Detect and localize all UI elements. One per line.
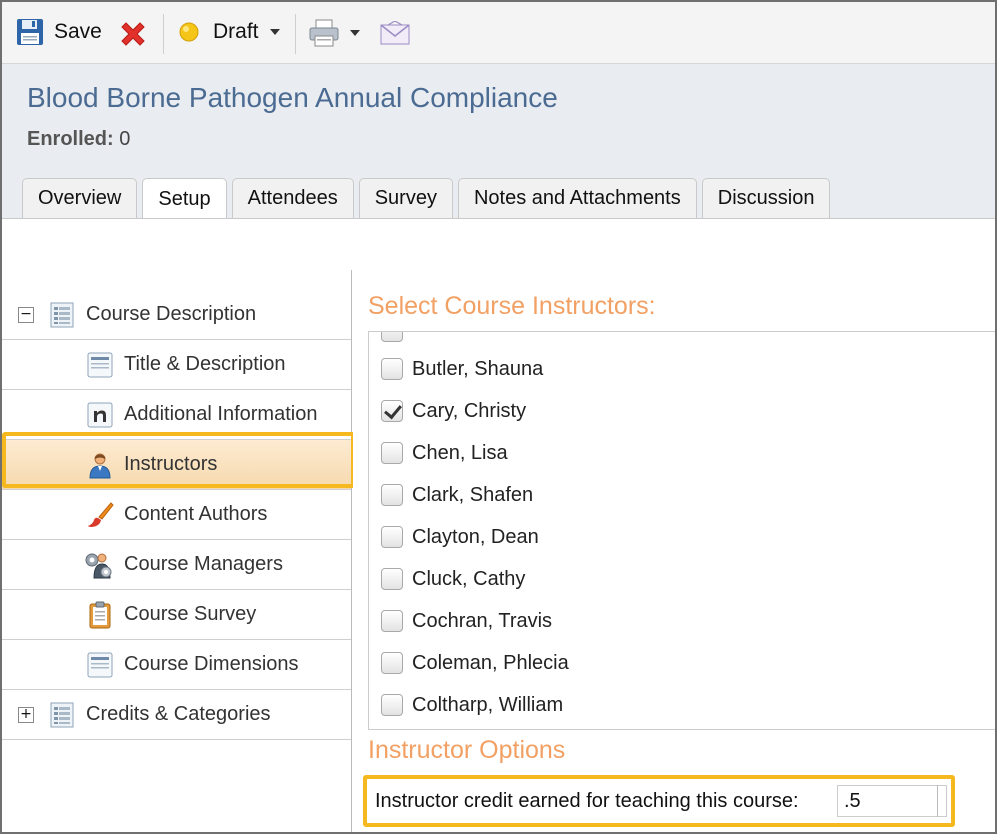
- expand-icon[interactable]: +: [18, 707, 34, 723]
- page-title: Blood Borne Pathogen Annual Compliance: [27, 82, 558, 113]
- sidebar-item-label: Content Authors: [124, 503, 268, 525]
- instructor-checkbox: [381, 332, 403, 342]
- delete-button[interactable]: [118, 19, 148, 49]
- document-list-icon: [50, 302, 74, 328]
- instructor-checkbox[interactable]: [381, 484, 403, 506]
- enrolled-count: Enrolled: 0: [27, 128, 130, 151]
- sidebar-item-course-managers[interactable]: Course Managers: [2, 540, 351, 590]
- sidebar-item-additional-information[interactable]: Additional Information: [2, 390, 351, 440]
- instructor-name: Cochran, Travis: [412, 609, 553, 632]
- sidebar-item-content-authors[interactable]: Content Authors: [2, 490, 351, 540]
- instructor-name: Clayton, Dean: [412, 525, 539, 548]
- sidebar-item-label: Additional Information: [124, 403, 318, 425]
- instructor-name: Butler, Shauna: [412, 357, 544, 380]
- enrolled-value: 0: [119, 128, 131, 150]
- app-window: Save Draft Blood Borne Pathogen Annual C…: [0, 0, 997, 834]
- email-button[interactable]: [380, 21, 410, 45]
- toolbar-divider: [295, 14, 296, 54]
- collapse-icon[interactable]: −: [18, 307, 34, 323]
- sidebar-item-instructors[interactable]: Instructors: [2, 440, 351, 490]
- printer-icon: [309, 19, 339, 47]
- tab-discussion[interactable]: Discussion: [701, 178, 831, 218]
- tab-setup[interactable]: Setup: [142, 178, 227, 219]
- status-dropdown[interactable]: Draft: [178, 20, 280, 44]
- sidebar-item-course-survey[interactable]: Course Survey: [2, 590, 351, 640]
- document-list-icon: [50, 702, 74, 728]
- instructor-name: Cluck, Cathy: [412, 567, 526, 590]
- instructor-list[interactable]: Butler, Shauna Cary, Christy Chen, Lisa …: [368, 331, 995, 730]
- select-instructors-heading: Select Course Instructors:: [368, 292, 656, 320]
- instructor-name: Clark, Shafen: [412, 483, 534, 506]
- instructor-checkbox[interactable]: [381, 694, 403, 716]
- sidebar-item-label: Course Dimensions: [124, 653, 299, 675]
- sidebar-item-title-description[interactable]: Title & Description: [2, 340, 351, 390]
- instructor-options-heading: Instructor Options: [368, 736, 566, 764]
- instructors-panel: Select Course Instructors: Butler, Shaun…: [353, 270, 995, 832]
- tab-content-strip: [2, 218, 995, 270]
- setup-sidebar: − Course Description Title & Description: [2, 270, 355, 832]
- instructor-person-icon: [89, 453, 111, 479]
- status-label: Draft: [213, 20, 259, 43]
- instructor-checkbox-checked[interactable]: [381, 400, 403, 422]
- tab-notes-and-attachments[interactable]: Notes and Attachments: [457, 178, 697, 218]
- instructor-credit-row: Instructor credit earned for teaching th…: [363, 775, 955, 827]
- tab-bar: Overview Setup Attendees Survey Notes an…: [22, 178, 831, 219]
- instructor-checkbox[interactable]: [381, 442, 403, 464]
- sidebar-item-label: Instructors: [124, 453, 218, 475]
- sidebar-item-course-dimensions[interactable]: Course Dimensions: [2, 640, 351, 690]
- instructor-name: Cary, Christy: [412, 399, 527, 422]
- page-icon: [87, 352, 113, 378]
- status-dot-icon: [179, 22, 199, 42]
- sidebar-item-label: Course Survey: [124, 603, 257, 625]
- course-header: Blood Borne Pathogen Annual Compliance E…: [2, 64, 995, 270]
- instructor-name: Coleman, Phlecia: [412, 651, 569, 674]
- tab-attendees[interactable]: Attendees: [231, 178, 354, 218]
- instructor-checkbox[interactable]: [381, 526, 403, 548]
- managers-gear-icon: [85, 553, 112, 579]
- clipboard-icon: [89, 601, 111, 629]
- sidebar-item-label: Course Description: [86, 303, 257, 325]
- save-label: Save: [54, 20, 102, 43]
- save-button[interactable]: Save: [16, 18, 102, 46]
- instructor-name: Coltharp, William: [412, 693, 564, 716]
- floppy-disk-icon: [17, 19, 43, 45]
- sidebar-item-credits-categories[interactable]: + Credits & Categories: [2, 690, 351, 740]
- sidebar-item-label: Course Managers: [124, 553, 283, 575]
- enrolled-label: Enrolled:: [27, 128, 114, 150]
- red-x-icon: [121, 22, 145, 46]
- page-icon: [87, 652, 113, 678]
- sidebar-item-course-description[interactable]: − Course Description: [2, 290, 351, 340]
- sidebar-item-label: Title & Description: [124, 353, 286, 375]
- instructor-checkbox[interactable]: [381, 610, 403, 632]
- info-n-icon: [87, 402, 113, 428]
- toolbar: Save Draft: [2, 2, 995, 64]
- print-dropdown[interactable]: [308, 18, 360, 48]
- instructor-credit-input[interactable]: [837, 785, 947, 817]
- tab-survey[interactable]: Survey: [358, 178, 453, 218]
- toolbar-divider: [163, 14, 164, 54]
- paintbrush-icon: [88, 502, 114, 527]
- instructor-checkbox[interactable]: [381, 652, 403, 674]
- instructor-checkbox[interactable]: [381, 568, 403, 590]
- envelope-icon: [380, 21, 410, 45]
- tab-overview[interactable]: Overview: [22, 178, 138, 218]
- instructor-name: Chen, Lisa: [412, 441, 508, 464]
- chevron-down-icon: [350, 30, 360, 36]
- instructor-checkbox[interactable]: [381, 358, 403, 380]
- sidebar-item-label: Credits & Categories: [86, 703, 271, 725]
- instructor-credit-label: Instructor credit earned for teaching th…: [375, 790, 799, 812]
- chevron-down-icon: [269, 29, 280, 35]
- input-divider: [937, 785, 938, 817]
